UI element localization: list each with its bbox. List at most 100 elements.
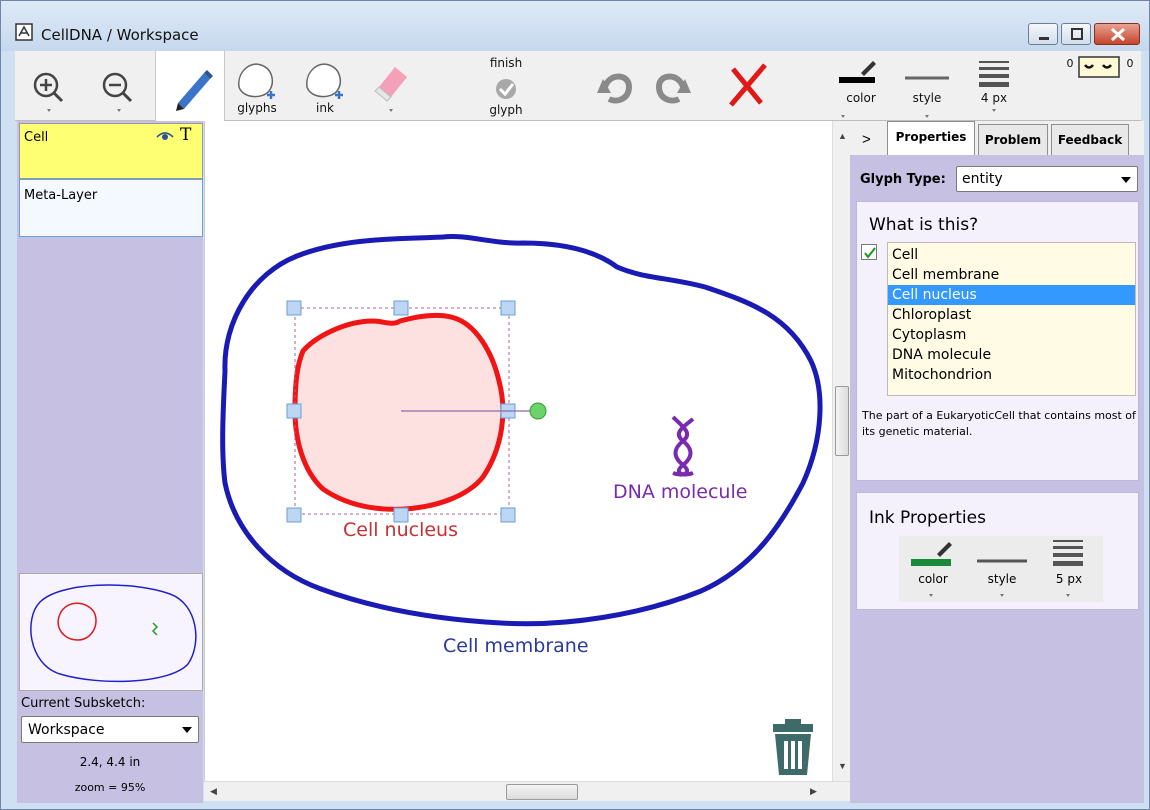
mini-map-preview (30, 584, 197, 683)
cursor-coordinates: 2.4, 4.4 in (79, 755, 141, 769)
ink-width-button[interactable]: 5 px (1039, 536, 1099, 602)
horizontal-scrollbar[interactable]: ◀ ▶ (204, 781, 850, 801)
finish-glyph-button[interactable]: finish glyph (475, 51, 537, 121)
list-item[interactable]: Cell (888, 245, 1135, 265)
redo-button[interactable] (649, 51, 701, 121)
chevron-down-icon (1121, 177, 1131, 183)
undo-button[interactable] (587, 51, 639, 121)
vertical-scroll-thumb[interactable] (835, 386, 849, 456)
what-is-this-title: What is this? (869, 215, 979, 235)
mini-map[interactable] (19, 573, 203, 691)
list-item[interactable]: Mitochondrion (888, 365, 1135, 385)
ink-style-label: style (987, 572, 1017, 586)
close-button[interactable] (1094, 23, 1140, 45)
text-icon[interactable]: T (180, 125, 191, 145)
entity-list[interactable]: Cell Cell membrane Cell nucleus Chloropl… (887, 242, 1136, 396)
ink-color-icon (911, 542, 952, 597)
zoom-out-button[interactable] (87, 51, 153, 121)
dna-label: DNA molecule (613, 481, 748, 503)
eraser-icon (374, 67, 407, 112)
scroll-right-icon[interactable]: ▶ (810, 786, 817, 797)
app-window: CellDNA / Workspace glyphs ink finish gl… (0, 0, 1150, 810)
eraser-button[interactable] (367, 51, 419, 121)
layer-meta[interactable]: Meta-Layer (19, 179, 203, 237)
check-icon (864, 247, 876, 259)
sketch-canvas[interactable]: Cell nucleus DNA molecule Cell membrane (204, 121, 832, 781)
maximize-icon (1071, 28, 1083, 40)
glyph-type-value: entity (962, 171, 1003, 187)
vertical-scrollbar[interactable]: ▲ ▼ (832, 121, 850, 781)
trash-icon[interactable] (771, 719, 815, 779)
layer-name: Cell (24, 130, 49, 145)
ink-button[interactable]: ink (301, 51, 353, 121)
ink-properties-title: Ink Properties (869, 508, 986, 528)
glyphs-button[interactable]: glyphs (231, 51, 283, 121)
properties-panel: > Properties Problem Feedback Glyph Type… (850, 121, 1144, 803)
ink-properties-box: Ink Properties color style 5 px (856, 492, 1139, 610)
tab-properties[interactable]: Properties (887, 121, 975, 155)
ink-color-button[interactable]: color (899, 536, 967, 602)
tab-problem[interactable]: Problem (978, 124, 1048, 155)
glyphs-label: glyphs (237, 101, 277, 115)
glyph-type-label: Glyph Type: (860, 172, 946, 187)
pressure-indicator: 0 0 (1061, 51, 1141, 121)
cell-nucleus-stroke (292, 312, 506, 512)
list-item[interactable]: Cell membrane (888, 265, 1135, 285)
rotate-handle (529, 402, 547, 420)
line-width-icon (979, 61, 1009, 112)
subsketch-value: Workspace (28, 722, 105, 738)
window-title: CellDNA / Workspace (41, 26, 199, 44)
list-item[interactable]: Cytoplasm (888, 325, 1135, 345)
style-button[interactable]: style (899, 51, 955, 121)
close-icon (1110, 27, 1126, 42)
ink-width-label: 5 px (1055, 572, 1083, 586)
glyph-type-select[interactable]: entity (956, 166, 1138, 192)
zoom-in-button[interactable] (15, 51, 85, 121)
eye-icon[interactable] (156, 130, 174, 142)
minimize-button[interactable] (1028, 23, 1058, 45)
app-icon (15, 23, 33, 41)
finish-label-bottom: glyph (489, 103, 523, 117)
list-item[interactable]: Chloroplast (888, 305, 1135, 325)
zoom-level: zoom = 95% (74, 781, 146, 794)
pen-icon (176, 70, 213, 111)
ink-style-button[interactable]: style (969, 536, 1035, 602)
undo-icon (597, 73, 633, 104)
pen-tool-button[interactable] (155, 51, 225, 121)
ink-width-icon (1053, 540, 1083, 597)
redo-icon (655, 73, 691, 104)
layer-cell[interactable]: Cell T (19, 123, 203, 179)
subsketch-label: Current Subsketch: (21, 696, 146, 711)
scroll-left-icon[interactable]: ◀ (210, 786, 217, 797)
maximize-button[interactable] (1061, 23, 1091, 45)
list-item-selected[interactable]: Cell nucleus (888, 285, 1135, 305)
chevron-right-icon[interactable]: > (862, 131, 871, 148)
scroll-up-icon[interactable]: ▲ (838, 131, 847, 141)
title-bar: CellDNA / Workspace (1, 1, 1149, 51)
entity-description: The part of a EukaryoticCell that contai… (862, 409, 1136, 438)
style-icon (905, 76, 949, 118)
sketch-drawing (220, 233, 823, 627)
layer-name: Meta-Layer (24, 188, 98, 203)
confirm-checkbox[interactable] (861, 244, 877, 260)
chevron-down-icon (182, 727, 192, 733)
ink-color-label: color (918, 572, 948, 586)
color-button[interactable]: color (833, 51, 889, 121)
delete-icon (729, 63, 767, 107)
layers-panel: Cell T Meta-Layer Current Subsketch: Wor… (17, 121, 203, 803)
scroll-down-icon[interactable]: ▼ (838, 761, 847, 771)
width-button[interactable]: 4 px (971, 51, 1017, 121)
horizontal-scroll-thumb[interactable] (506, 784, 578, 800)
nucleus-label: Cell nucleus (343, 519, 458, 541)
color-icon (839, 61, 876, 118)
what-is-this-box: What is this? Cell Cell membrane Cell nu… (856, 201, 1139, 481)
membrane-label: Cell membrane (443, 635, 589, 657)
subsketch-select[interactable]: Workspace (21, 716, 199, 743)
delete-button[interactable] (721, 51, 773, 121)
list-item[interactable]: DNA molecule (888, 345, 1135, 365)
dna-glyph (671, 415, 695, 477)
ink-label: ink (316, 101, 334, 115)
tab-feedback[interactable]: Feedback (1051, 124, 1129, 155)
width-label: 4 px (980, 91, 1008, 105)
ink-tools: color style 5 px (899, 536, 1103, 602)
